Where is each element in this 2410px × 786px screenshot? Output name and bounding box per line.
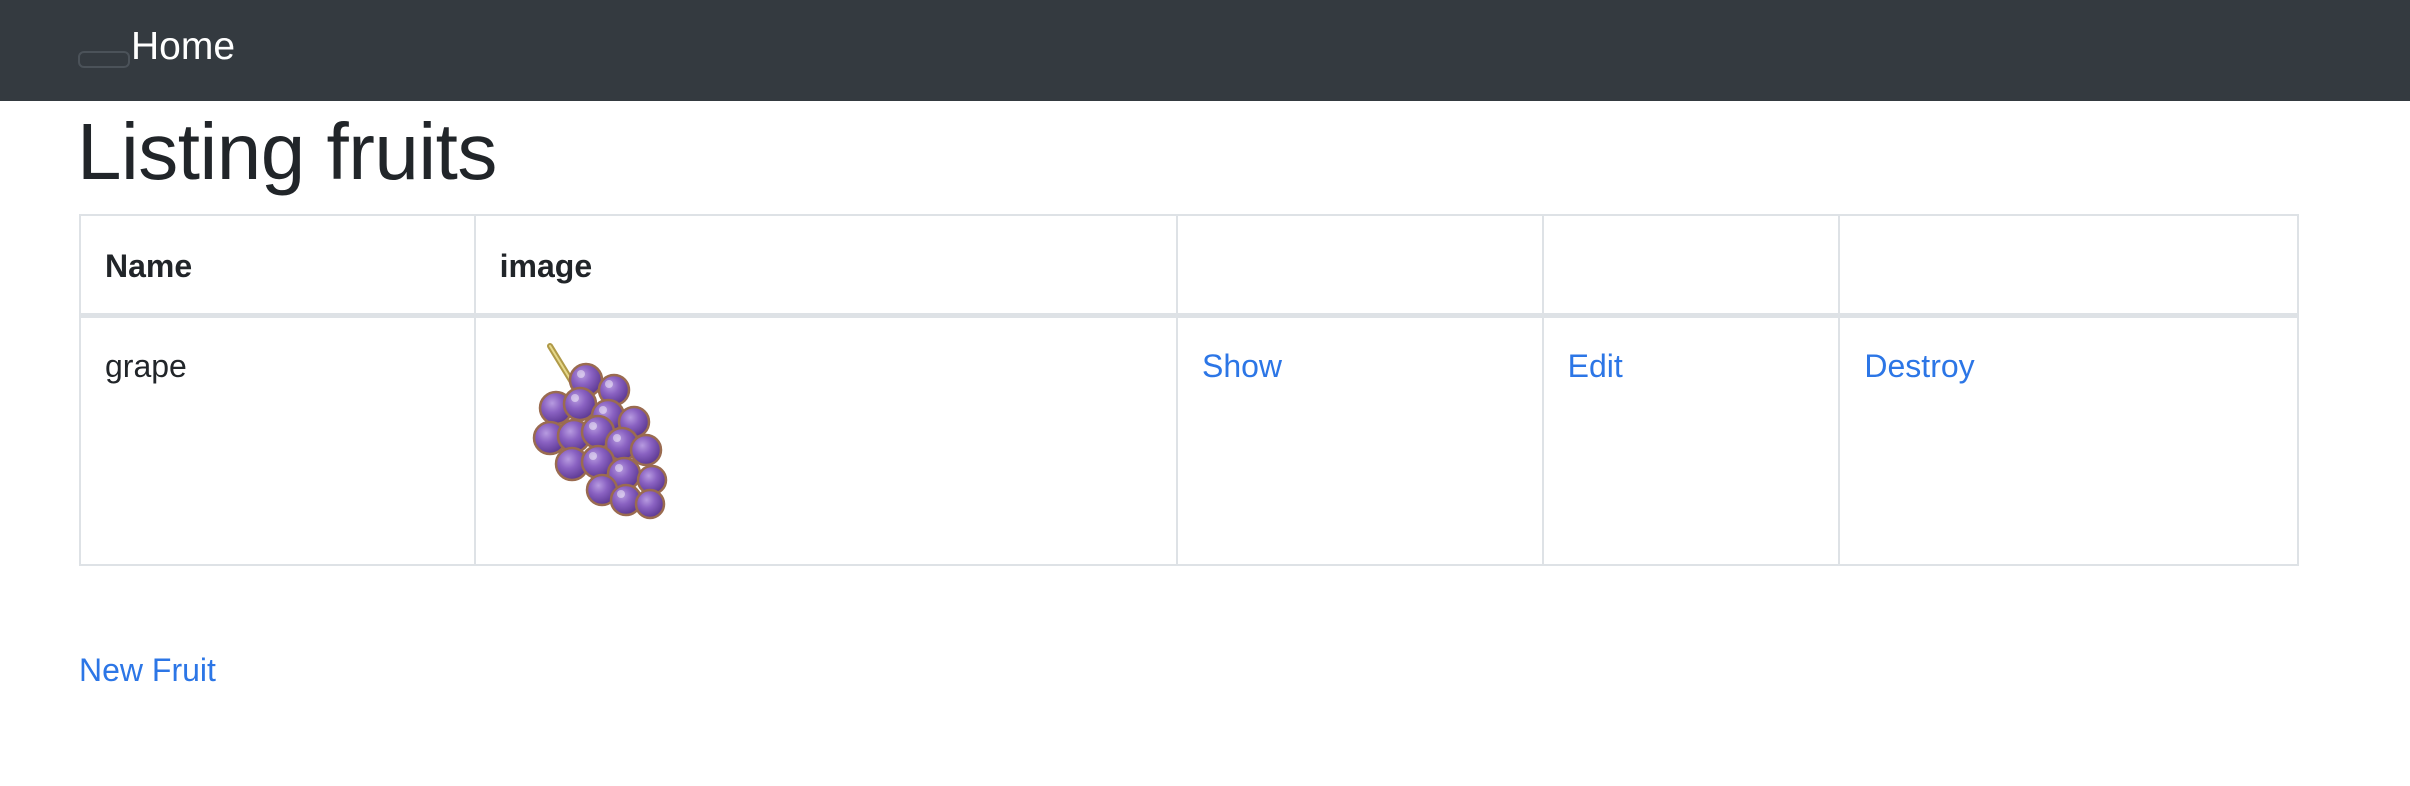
- fruit-name-cell: grape: [79, 314, 476, 566]
- navbar-toggler-button[interactable]: [78, 51, 130, 68]
- page-title: Listing fruits: [77, 107, 497, 196]
- show-link[interactable]: Show: [1202, 348, 1282, 384]
- edit-cell: Edit: [1541, 314, 1841, 566]
- navbar: Home: [0, 0, 2410, 101]
- destroy-cell: Destroy: [1838, 314, 2299, 566]
- home-link[interactable]: Home: [131, 22, 235, 72]
- column-header-edit: [1541, 214, 1841, 318]
- destroy-link[interactable]: Destroy: [1864, 348, 1974, 384]
- edit-link[interactable]: Edit: [1568, 348, 1623, 384]
- table-body: grape Show Edit Destroy: [79, 314, 2299, 566]
- column-header-image: image: [473, 214, 1178, 318]
- fruits-table: Name image grape Show Edit Destroy: [79, 214, 2299, 566]
- fruit-image-cell: [473, 314, 1178, 566]
- column-header-name: Name: [79, 214, 476, 318]
- show-cell: Show: [1175, 314, 1544, 566]
- column-header-show: [1175, 214, 1544, 318]
- table-header: Name image: [79, 214, 2299, 318]
- table-row: grape Show Edit Destroy: [79, 314, 2299, 566]
- table-header-row: Name image: [79, 214, 2299, 318]
- column-header-destroy: [1838, 214, 2299, 318]
- grape-icon: [532, 342, 667, 519]
- new-fruit-link[interactable]: New Fruit: [79, 650, 216, 690]
